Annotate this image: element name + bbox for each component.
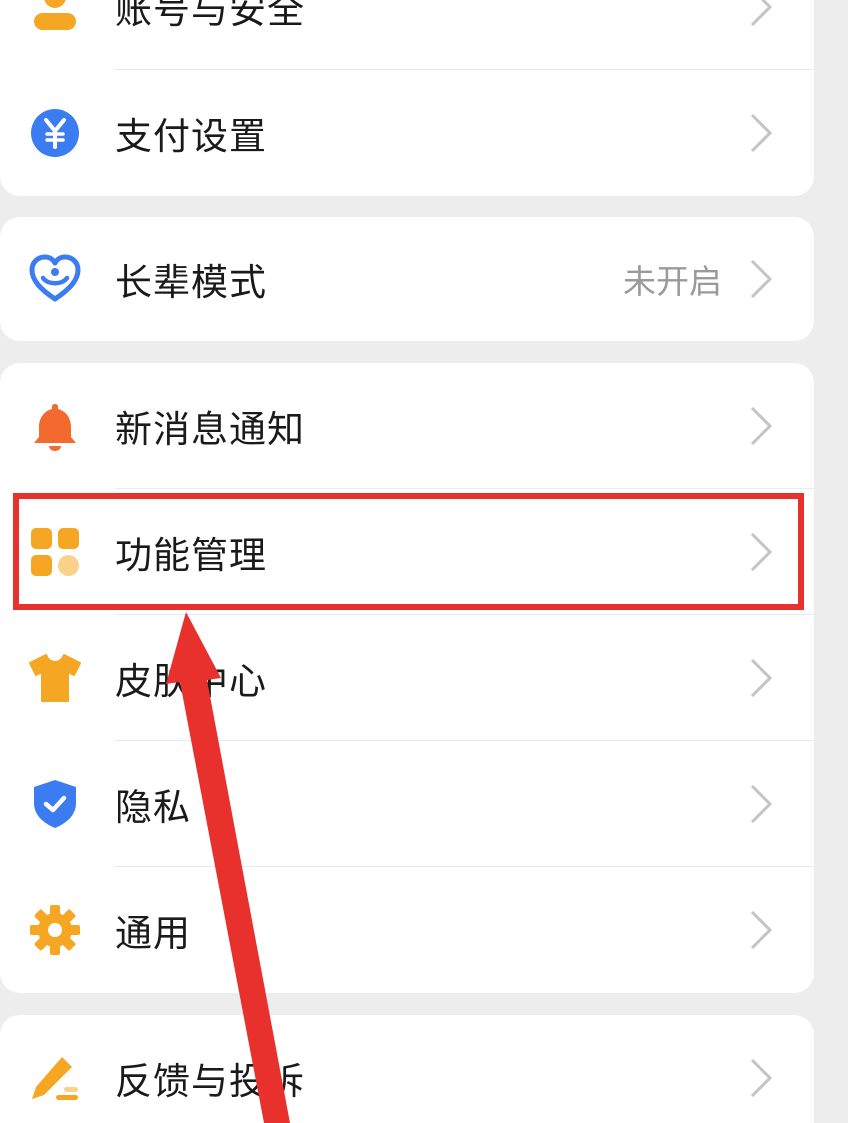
settings-item-payment[interactable]: 支付设置	[0, 70, 814, 196]
settings-page: 账号与安全 支付设置 长辈模式 未开启 新消息通知 功能管理 皮肤中心 隐私 通…	[0, 0, 848, 1123]
settings-item-elder-mode[interactable]: 长辈模式 未开启	[0, 217, 814, 341]
heart-icon	[28, 252, 82, 306]
settings-item-account-security[interactable]: 账号与安全	[0, 0, 814, 70]
settings-card-elder: 长辈模式 未开启	[0, 217, 814, 341]
settings-item-label: 新消息通知	[115, 408, 305, 451]
settings-item-label: 支付设置	[115, 115, 267, 158]
user-icon	[28, 0, 82, 34]
settings-item-label: 反馈与投诉	[115, 1060, 305, 1103]
shield-check-icon	[28, 777, 82, 831]
chevron-right-icon	[750, 910, 773, 950]
chevron-right-icon	[750, 784, 773, 824]
settings-item-label: 长辈模式	[115, 261, 267, 304]
chevron-right-icon	[750, 658, 773, 698]
chevron-right-icon	[750, 0, 773, 27]
chevron-right-icon	[750, 1058, 773, 1098]
tshirt-icon	[28, 651, 82, 705]
chevron-right-icon	[750, 406, 773, 446]
settings-item-label: 功能管理	[115, 534, 267, 577]
settings-item-general[interactable]: 通用	[0, 867, 814, 993]
grid-icon	[28, 525, 82, 579]
bell-icon	[28, 399, 82, 453]
pencil-icon	[28, 1051, 82, 1105]
chevron-right-icon	[750, 113, 773, 153]
settings-card-general: 新消息通知 功能管理 皮肤中心 隐私 通用	[0, 363, 814, 993]
chevron-right-icon	[750, 532, 773, 572]
settings-item-label: 隐私	[115, 786, 191, 829]
settings-item-label: 通用	[115, 912, 191, 955]
chevron-right-icon	[750, 259, 773, 299]
settings-card-feedback: 反馈与投诉	[0, 1015, 814, 1123]
elder-mode-status: 未开启	[623, 262, 722, 301]
yuan-icon	[28, 106, 82, 160]
settings-item-label: 账号与安全	[115, 0, 305, 32]
settings-card-account: 账号与安全 支付设置	[0, 0, 814, 196]
settings-item-notifications[interactable]: 新消息通知	[0, 363, 814, 489]
gear-icon	[28, 903, 82, 957]
settings-item-privacy[interactable]: 隐私	[0, 741, 814, 867]
settings-item-skin-center[interactable]: 皮肤中心	[0, 615, 814, 741]
settings-item-feature-management[interactable]: 功能管理	[0, 489, 814, 615]
settings-item-feedback[interactable]: 反馈与投诉	[0, 1015, 814, 1123]
settings-item-label: 皮肤中心	[115, 660, 267, 703]
